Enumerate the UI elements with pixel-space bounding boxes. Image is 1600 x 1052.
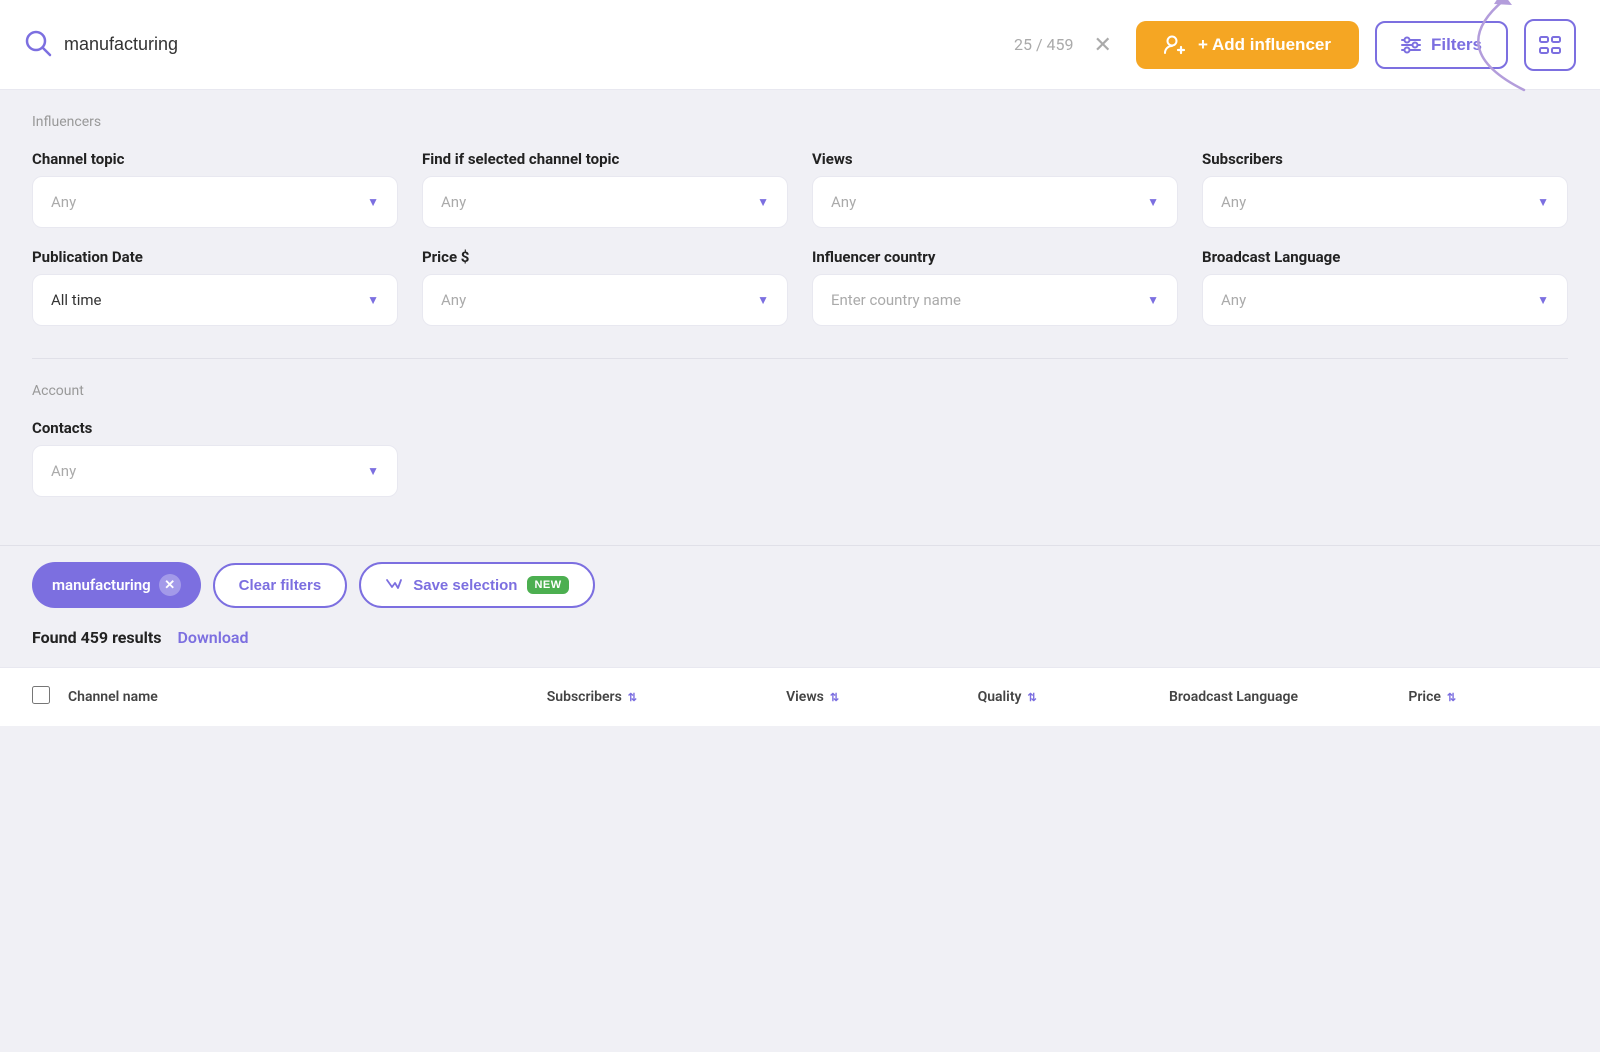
contacts-select[interactable]: Any ▼ — [32, 445, 398, 497]
channel-topic-group: Channel topic Any ▼ — [32, 150, 398, 228]
search-wrapper: manufacturing 25 / 459 ✕ — [24, 28, 1120, 62]
col-channel-name: Channel name — [68, 689, 547, 705]
col-views[interactable]: Views ⇅ — [786, 689, 977, 705]
col-broadcast-language: Broadcast Language — [1169, 689, 1408, 705]
save-selection-button[interactable]: Save selection NEW — [359, 562, 594, 608]
broadcast-language-value: Any — [1221, 291, 1246, 309]
search-icon — [24, 29, 52, 61]
subscribers-group: Subscribers Any ▼ — [1202, 150, 1568, 228]
publication-date-label: Publication Date — [32, 248, 398, 266]
account-section: Account Contacts Any ▼ — [32, 383, 1568, 497]
filters-icon — [1401, 36, 1421, 54]
active-filter-tag[interactable]: manufacturing ✕ — [32, 562, 201, 608]
col-quality[interactable]: Quality ⇅ — [978, 689, 1169, 705]
find-if-selected-label: Find if selected channel topic — [422, 150, 788, 168]
contacts-chevron: ▼ — [367, 464, 379, 478]
contacts-value: Any — [51, 462, 76, 480]
influencer-country-select[interactable]: Enter country name ▼ — [812, 274, 1178, 326]
influencers-section-label: Influencers — [32, 114, 1568, 130]
channel-topic-select[interactable]: Any ▼ — [32, 176, 398, 228]
quality-sort-icon: ⇅ — [1027, 691, 1036, 704]
new-badge: NEW — [527, 576, 568, 594]
remove-tag-button[interactable]: ✕ — [159, 574, 181, 596]
channel-topic-value: Any — [51, 193, 76, 211]
broadcast-language-group: Broadcast Language Any ▼ — [1202, 248, 1568, 326]
search-count: 25 / 459 — [1014, 35, 1074, 54]
influencer-country-chevron: ▼ — [1147, 293, 1159, 307]
customize-icon — [1539, 36, 1561, 54]
broadcast-language-label: Broadcast Language — [1202, 248, 1568, 266]
price-label: Price $ — [422, 248, 788, 266]
subscribers-select[interactable]: Any ▼ — [1202, 176, 1568, 228]
filters-button[interactable]: Filters — [1375, 21, 1508, 69]
results-row: Found 459 results Download — [32, 628, 1568, 667]
find-if-selected-group: Find if selected channel topic Any ▼ — [422, 150, 788, 228]
broadcast-language-chevron: ▼ — [1537, 293, 1549, 307]
channel-topic-label: Channel topic — [32, 150, 398, 168]
influencer-country-placeholder: Enter country name — [831, 291, 961, 309]
add-influencer-button[interactable]: + Add influencer — [1136, 21, 1359, 69]
col-price[interactable]: Price ⇅ — [1408, 689, 1568, 705]
contacts-group: Contacts Any ▼ — [32, 419, 398, 497]
price-sort-icon: ⇅ — [1447, 691, 1456, 704]
bottom-bar: manufacturing ✕ Clear filters Save selec… — [0, 545, 1600, 667]
publication-date-select[interactable]: All time ▼ — [32, 274, 398, 326]
search-input[interactable]: manufacturing — [64, 34, 1002, 55]
filter-tags-row: manufacturing ✕ Clear filters Save selec… — [32, 562, 1568, 608]
save-selection-icon — [385, 576, 403, 594]
views-value: Any — [831, 193, 856, 211]
find-if-selected-value: Any — [441, 193, 466, 211]
filters-label: Filters — [1431, 35, 1482, 55]
views-chevron: ▼ — [1147, 195, 1159, 209]
channel-topic-chevron: ▼ — [367, 195, 379, 209]
account-section-label: Account — [32, 383, 1568, 399]
section-divider — [32, 358, 1568, 359]
influencer-country-label: Influencer country — [812, 248, 1178, 266]
price-value: Any — [441, 291, 466, 309]
add-influencer-label: + Add influencer — [1198, 35, 1331, 55]
subscribers-chevron: ▼ — [1537, 195, 1549, 209]
broadcast-language-select[interactable]: Any ▼ — [1202, 274, 1568, 326]
views-label: Views — [812, 150, 1178, 168]
active-filter-tag-label: manufacturing — [52, 576, 151, 594]
publication-date-chevron: ▼ — [367, 293, 379, 307]
influencer-country-group: Influencer country Enter country name ▼ — [812, 248, 1178, 326]
views-sort-icon: ⇅ — [830, 691, 839, 704]
views-select[interactable]: Any ▼ — [812, 176, 1178, 228]
download-link[interactable]: Download — [177, 628, 248, 647]
header: manufacturing 25 / 459 ✕ + Add influence… — [0, 0, 1600, 90]
table-header: Channel name Subscribers ⇅ Views ⇅ Quali… — [0, 667, 1600, 726]
find-if-selected-chevron: ▼ — [757, 195, 769, 209]
add-influencer-icon — [1164, 35, 1188, 55]
main-content: Influencers Channel topic Any ▼ Find if … — [0, 90, 1600, 545]
find-if-selected-select[interactable]: Any ▼ — [422, 176, 788, 228]
subscribers-label: Subscribers — [1202, 150, 1568, 168]
subscribers-value: Any — [1221, 193, 1246, 211]
results-count: Found 459 results — [32, 628, 161, 647]
contacts-label: Contacts — [32, 419, 398, 437]
customize-button[interactable] — [1524, 19, 1576, 71]
publication-date-group: Publication Date All time ▼ — [32, 248, 398, 326]
views-group: Views Any ▼ — [812, 150, 1178, 228]
col-subscribers[interactable]: Subscribers ⇅ — [547, 689, 786, 705]
publication-date-value: All time — [51, 291, 101, 309]
subscribers-sort-icon: ⇅ — [628, 691, 637, 704]
search-clear-button[interactable]: ✕ — [1086, 28, 1120, 62]
price-group: Price $ Any ▼ — [422, 248, 788, 326]
save-selection-label: Save selection — [413, 577, 517, 594]
select-all-checkbox[interactable] — [32, 686, 50, 704]
clear-filters-button[interactable]: Clear filters — [213, 563, 348, 608]
influencers-filter-grid: Channel topic Any ▼ Find if selected cha… — [32, 150, 1568, 326]
select-all-checkbox-wrap[interactable] — [32, 686, 68, 708]
price-select[interactable]: Any ▼ — [422, 274, 788, 326]
price-chevron: ▼ — [757, 293, 769, 307]
